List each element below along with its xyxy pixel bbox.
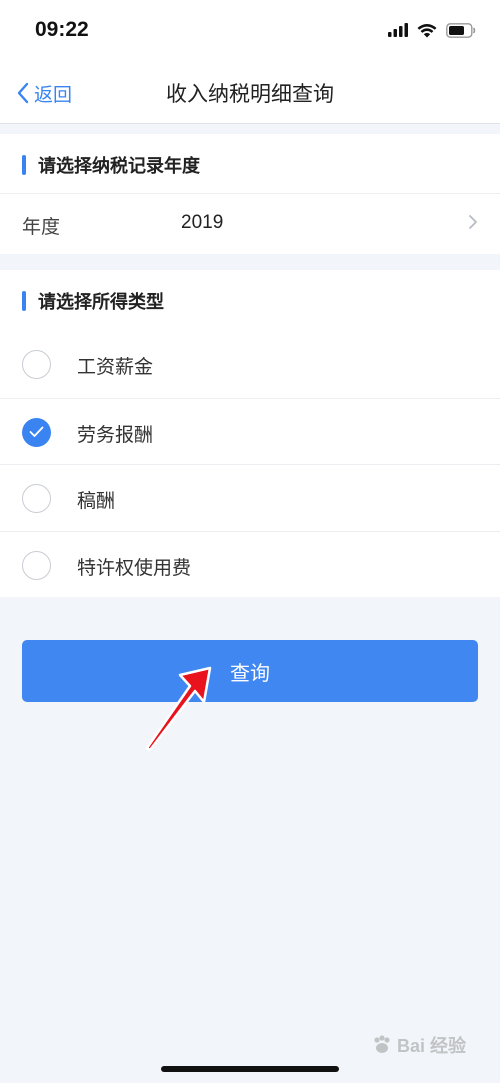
year-selector-row[interactable]: 年度 2019 bbox=[0, 194, 500, 254]
option-royalties[interactable]: 特许权使用费 bbox=[0, 530, 500, 598]
status-icons bbox=[388, 20, 476, 40]
baidu-paw-icon bbox=[374, 1035, 390, 1053]
battery-icon bbox=[446, 22, 476, 38]
option-labor-remuneration[interactable]: 劳务报酬 bbox=[0, 397, 500, 465]
year-section-header: 请选择纳税记录年度 bbox=[0, 134, 500, 194]
income-type-section-title: 请选择所得类型 bbox=[38, 292, 164, 313]
wifi-icon bbox=[417, 23, 437, 37]
radio-unchecked-icon[interactable] bbox=[22, 550, 51, 580]
checkmark-icon bbox=[29, 426, 44, 437]
page-title: 收入纳税明细查询 bbox=[166, 82, 334, 106]
option-label: 工资薪金 bbox=[77, 356, 154, 378]
section-marker bbox=[22, 291, 26, 311]
option-label: 稿酬 bbox=[77, 490, 116, 512]
income-type-section: 请选择所得类型 工资薪金 劳务报酬 稿酬 特许权使用费 bbox=[0, 270, 500, 597]
year-section-title: 请选择纳税记录年度 bbox=[38, 156, 200, 177]
radio-unchecked-icon[interactable] bbox=[22, 350, 51, 379]
radio-unchecked-icon[interactable] bbox=[22, 484, 51, 513]
income-type-options: 工资薪金 劳务报酬 稿酬 特许权使用费 bbox=[0, 331, 500, 597]
nav-bar: 收入纳税明细查询 返回 bbox=[0, 62, 500, 124]
watermark-text: Bai 经验 bbox=[396, 1036, 466, 1056]
cellular-signal-icon bbox=[388, 23, 408, 37]
baidu-watermark: Bai 经验 bbox=[371, 1030, 466, 1060]
chevron-right-icon bbox=[469, 215, 477, 229]
back-button[interactable]: 返回 bbox=[16, 78, 72, 108]
red-arrow-annotation-icon bbox=[145, 666, 212, 752]
option-label: 特许权使用费 bbox=[77, 556, 192, 579]
home-indicator bbox=[161, 1066, 339, 1072]
option-author-remuneration[interactable]: 稿酬 bbox=[0, 464, 500, 531]
chevron-left-icon bbox=[17, 82, 29, 104]
radio-checked-icon[interactable] bbox=[22, 417, 51, 447]
year-label: 年度 bbox=[22, 216, 61, 238]
back-label: 返回 bbox=[34, 83, 73, 106]
option-label: 劳务报酬 bbox=[77, 423, 154, 446]
option-salary[interactable]: 工资薪金 bbox=[0, 331, 500, 398]
status-time: 09:22 bbox=[35, 18, 89, 41]
year-value: 2019 bbox=[181, 212, 224, 233]
income-type-section-header: 请选择所得类型 bbox=[0, 270, 500, 331]
section-marker bbox=[22, 155, 26, 175]
query-button[interactable]: 查询 bbox=[22, 640, 478, 702]
year-section: 请选择纳税记录年度 年度 2019 bbox=[0, 134, 500, 254]
status-bar: 09:22 bbox=[0, 0, 500, 62]
